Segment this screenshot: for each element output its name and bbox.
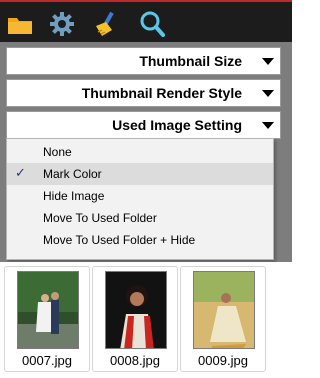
thumbnail-card[interactable]: 0007.jpg bbox=[4, 266, 90, 372]
open-folder-icon[interactable] bbox=[6, 10, 34, 38]
menu-item-hide-image[interactable]: Hide Image bbox=[7, 185, 273, 207]
thumbnail-size-label: Thumbnail Size bbox=[139, 53, 242, 69]
used-image-setting-dropdown[interactable]: Used Image Setting bbox=[6, 111, 281, 139]
thumbnail-filename: 0007.jpg bbox=[22, 353, 72, 368]
thumbnail-card[interactable]: 0009.jpg bbox=[180, 266, 266, 372]
thumbnail-filename: 0008.jpg bbox=[110, 353, 160, 368]
menu-item-move-to-used-folder-hide[interactable]: Move To Used Folder + Hide bbox=[7, 229, 273, 251]
search-icon[interactable] bbox=[138, 10, 166, 38]
thumbnail-image bbox=[17, 271, 79, 349]
menu-item-label: Move To Used Folder + Hide bbox=[43, 233, 196, 247]
clean-brush-icon[interactable] bbox=[92, 10, 120, 38]
menu-item-label: Hide Image bbox=[43, 189, 105, 203]
thumbnail-image bbox=[105, 271, 167, 349]
toolbar bbox=[0, 0, 292, 42]
chevron-down-icon bbox=[262, 122, 274, 129]
menu-item-none[interactable]: None bbox=[7, 141, 273, 163]
menu-item-label: Move To Used Folder bbox=[43, 211, 157, 225]
chevron-down-icon bbox=[262, 58, 274, 65]
thumbnail-card[interactable]: 0008.jpg bbox=[92, 266, 178, 372]
thumbnail-image bbox=[193, 271, 255, 349]
render-style-label: Thumbnail Render Style bbox=[81, 85, 242, 101]
thumbnail-size-dropdown[interactable]: Thumbnail Size bbox=[6, 47, 281, 75]
checkmark-icon: ✓ bbox=[15, 165, 26, 180]
chevron-down-icon bbox=[262, 90, 274, 97]
used-image-setting-menu: None ✓ Mark Color Hide Image Move To Use… bbox=[6, 138, 274, 260]
used-image-setting-label: Used Image Setting bbox=[112, 117, 242, 133]
menu-item-mark-color[interactable]: ✓ Mark Color bbox=[7, 163, 273, 185]
render-style-dropdown[interactable]: Thumbnail Render Style bbox=[6, 79, 281, 107]
menu-item-move-to-used-folder[interactable]: Move To Used Folder bbox=[7, 207, 273, 229]
menu-item-label: Mark Color bbox=[43, 167, 102, 181]
thumbnail-grid: 0007.jpg 0008.jpg 0009.jpg bbox=[0, 262, 292, 378]
thumbnail-filename: 0009.jpg bbox=[198, 353, 248, 368]
menu-item-label: None bbox=[43, 145, 72, 159]
settings-gear-icon[interactable] bbox=[48, 10, 76, 38]
